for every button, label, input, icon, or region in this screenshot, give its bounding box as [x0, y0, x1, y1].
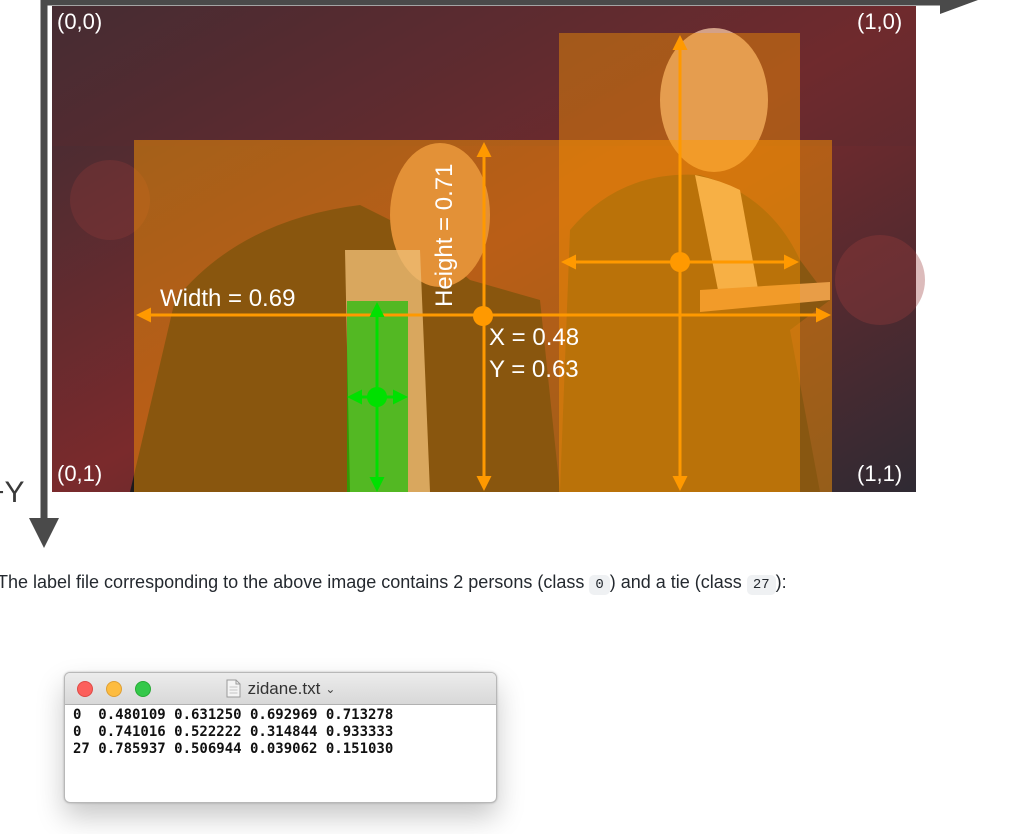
caption-class-code-tie: 27 [746, 575, 776, 595]
center-point-2 [670, 252, 690, 272]
file-line: 0 0.480109 0.631250 0.692969 0.713278 [73, 707, 394, 723]
document-icon [226, 679, 241, 698]
corner-label-bottom-right: (1,1) [857, 461, 902, 486]
corner-label-bottom-left: (0,1) [57, 461, 102, 486]
window-title: zidane.txt [247, 678, 321, 698]
file-content[interactable]: 0 0.480109 0.631250 0.692969 0.713278 0 0… [65, 705, 496, 760]
caption-suffix: ): [775, 572, 787, 592]
window-titlebar[interactable]: zidane.txt ⌄ [65, 673, 496, 705]
x-value-label: X = 0.48 [489, 324, 579, 351]
window-title-group[interactable]: zidane.txt ⌄ [65, 673, 496, 704]
caption-prefix: The label file corresponding to the abov… [0, 572, 590, 592]
center-point-1 [473, 306, 493, 326]
chevron-down-icon[interactable]: ⌄ [325, 682, 335, 696]
width-label: Width = 0.69 [160, 285, 295, 312]
center-point-tie [367, 387, 387, 407]
bounding-box-figure: Width = 0.69 Height = 0.71 X = 0.48 Y = … [0, 0, 978, 548]
corner-label-top-right: (1,0) [857, 9, 902, 34]
y-axis-label: +Y [0, 476, 25, 509]
y-value-label: Y = 0.63 [489, 356, 579, 383]
caption: The label file corresponding to the abov… [0, 572, 1015, 595]
height-label: Height = 0.71 [431, 164, 458, 307]
corner-label-top-left: (0,0) [57, 9, 102, 34]
file-line: 27 0.785937 0.506944 0.039062 0.151030 [73, 741, 394, 757]
file-window: zidane.txt ⌄ 0 0.480109 0.631250 0.69296… [64, 672, 497, 803]
file-line: 0 0.741016 0.522222 0.314844 0.933333 [73, 724, 394, 740]
caption-class-code-person: 0 [589, 575, 610, 595]
caption-middle: ) and a tie (class [609, 572, 747, 592]
